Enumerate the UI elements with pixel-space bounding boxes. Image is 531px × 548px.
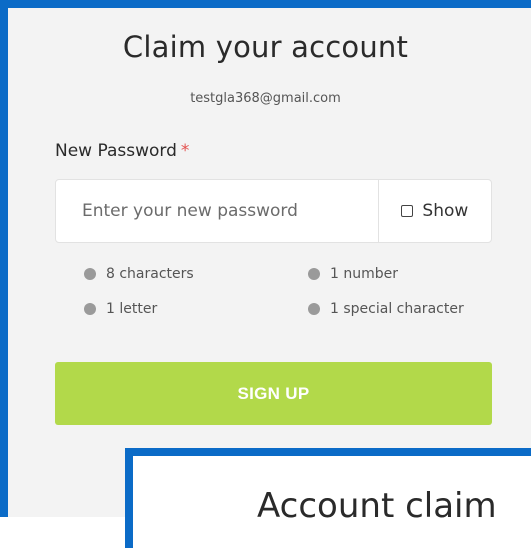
password-label-text: New Password <box>55 141 177 161</box>
password-input-group: Show <box>55 179 492 243</box>
show-password-label: Show <box>422 201 469 221</box>
requirement-item: 1 special character <box>308 301 464 317</box>
requirement-status-dot <box>84 268 96 280</box>
requirement-item: 8 characters <box>84 266 194 282</box>
sign-up-button[interactable]: SIGN UP <box>55 362 492 425</box>
account-email: testgla368@gmail.com <box>190 91 341 106</box>
requirement-status-dot <box>84 303 96 315</box>
requirement-status-dot <box>308 268 320 280</box>
required-marker: * <box>180 141 190 161</box>
requirement-label: 1 letter <box>106 301 158 317</box>
account-claim-dialog: Account claim <box>125 448 531 548</box>
show-password-checkbox[interactable] <box>401 205 414 217</box>
password-input[interactable] <box>56 180 378 242</box>
requirement-status-dot <box>308 303 320 315</box>
requirement-item: 1 letter <box>84 301 157 317</box>
requirement-label: 1 number <box>330 266 398 282</box>
dialog-title: Account claim <box>257 486 497 526</box>
page-title: Claim your account <box>122 30 409 64</box>
requirement-label: 8 characters <box>106 266 194 282</box>
requirement-item: 1 number <box>308 266 398 282</box>
show-password-toggle[interactable]: Show <box>377 180 491 242</box>
password-label: New Password * <box>55 141 189 161</box>
claim-account-panel <box>0 0 531 517</box>
requirement-label: 1 special character <box>330 301 464 317</box>
